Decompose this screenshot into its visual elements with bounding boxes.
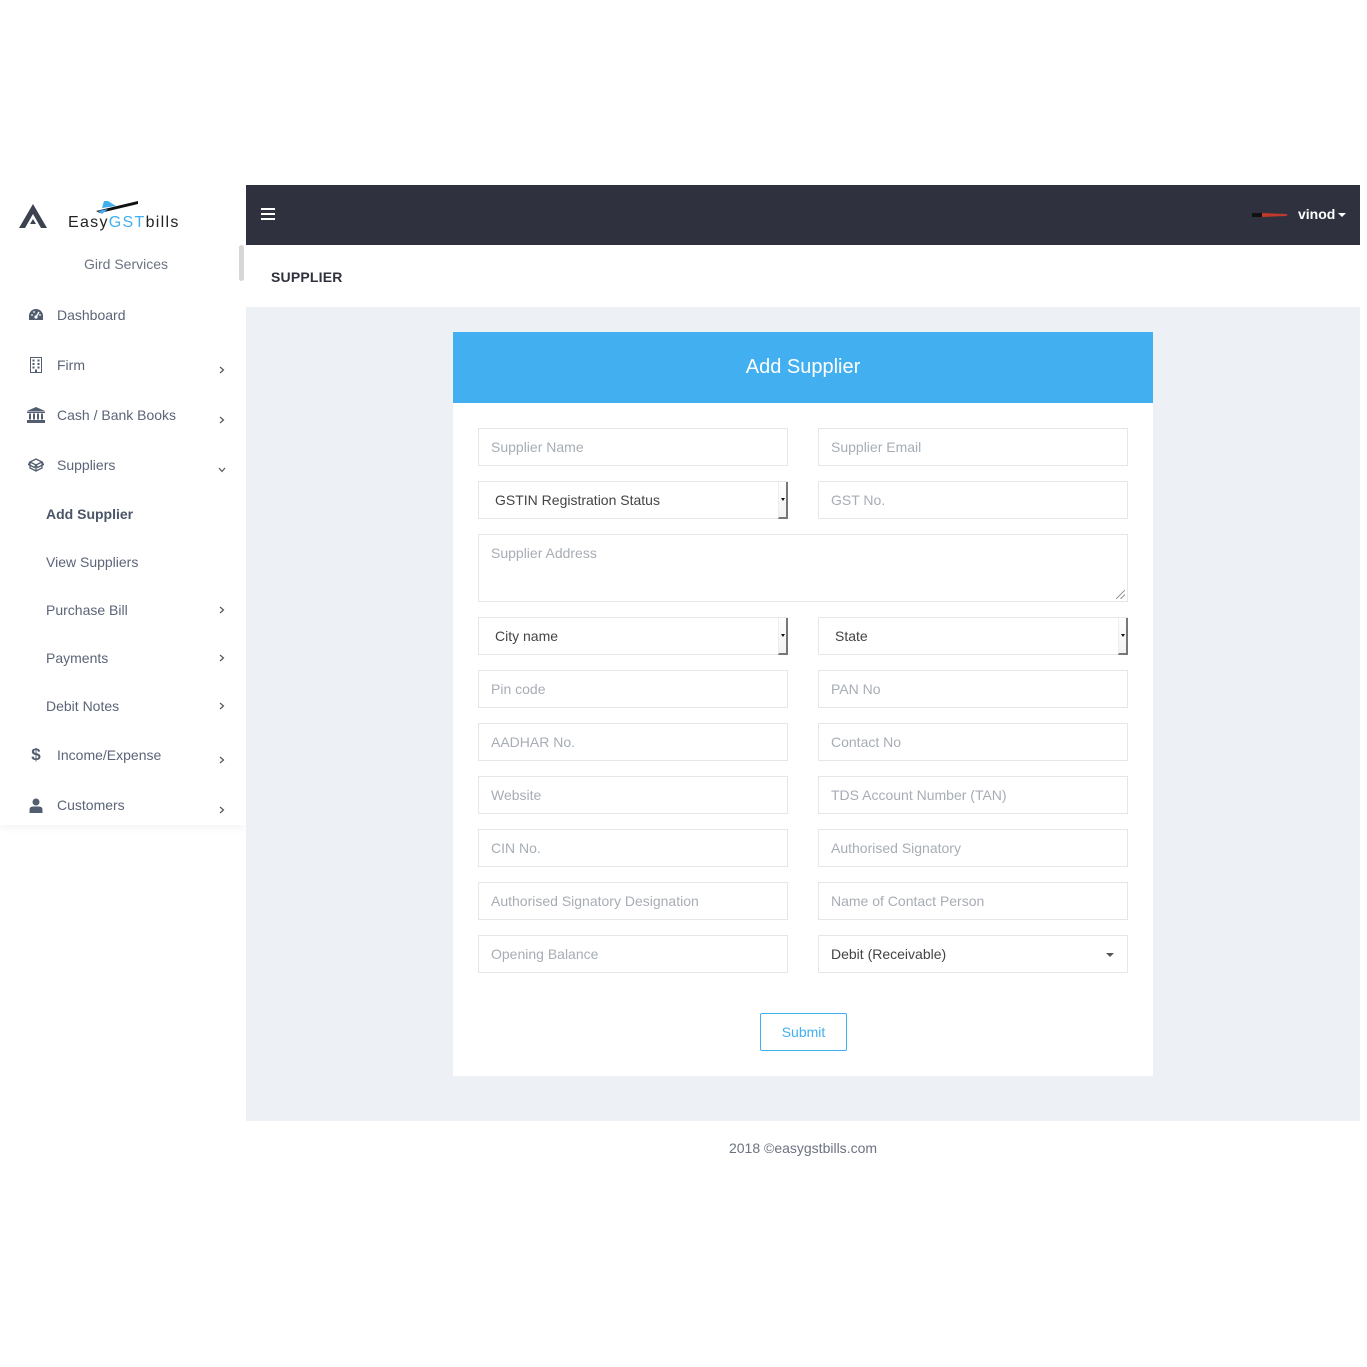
- sidebar-item-income-expense[interactable]: $ Income/Expense: [0, 735, 246, 775]
- website-input[interactable]: [491, 787, 787, 803]
- select-arrow-icon[interactable]: [778, 482, 788, 519]
- sidebar-item-label: Dashboard: [57, 307, 126, 323]
- app-shell: EasyGSTbills Gird Services Dashboard Fir…: [0, 185, 1360, 1185]
- user-icon: [27, 796, 45, 814]
- tan-field[interactable]: [818, 776, 1128, 814]
- bank-icon: [27, 406, 45, 424]
- content-area: Add Supplier GSTIN Registration Status S…: [246, 307, 1360, 1121]
- balance-type-select[interactable]: Debit (Receivable): [818, 935, 1128, 973]
- city-value: City name: [495, 628, 559, 644]
- brand-name: EasyGSTbills: [68, 214, 180, 231]
- gstin-status-select[interactable]: GSTIN Registration Status: [478, 481, 788, 519]
- aadhar-no-input[interactable]: [491, 734, 787, 750]
- city-select[interactable]: City name: [478, 617, 788, 655]
- website-field[interactable]: [478, 776, 788, 814]
- cin-no-input[interactable]: [491, 840, 787, 856]
- chevron-down-icon: [217, 465, 227, 475]
- select-arrow-icon[interactable]: [778, 618, 788, 655]
- supplier-name-field[interactable]: [478, 428, 788, 466]
- card-title: Add Supplier: [453, 332, 1153, 403]
- chevron-right-icon: [217, 701, 227, 711]
- gst-no-field[interactable]: [818, 481, 1128, 519]
- caret-down-icon[interactable]: [1338, 213, 1346, 217]
- chevron-right-icon: [217, 653, 227, 663]
- dashboard-gauge-icon: [27, 306, 45, 324]
- sidebar-item-label: Income/Expense: [57, 747, 162, 763]
- sidebar-subitem-label: View Suppliers: [46, 554, 139, 570]
- sidebar-item-customers[interactable]: Customers: [0, 785, 246, 825]
- plane-icon: [96, 201, 138, 214]
- state-select[interactable]: State: [818, 617, 1128, 655]
- user-avatar-logo[interactable]: [1252, 212, 1288, 218]
- sidebar-item-label: Suppliers: [57, 457, 116, 473]
- balance-type-value: Debit (Receivable): [831, 946, 947, 962]
- sidebar-subitem-label: Purchase Bill: [46, 602, 128, 618]
- dollar-icon: $: [31, 745, 41, 764]
- supplier-name-input[interactable]: [491, 439, 787, 455]
- signatory-designation-field[interactable]: [478, 882, 788, 920]
- sidebar-subitem-view-suppliers[interactable]: View Suppliers: [0, 544, 246, 580]
- box-icon: [27, 456, 45, 474]
- authorised-signatory-input[interactable]: [831, 840, 1127, 856]
- pan-no-input[interactable]: [831, 681, 1127, 697]
- hamburger-icon[interactable]: [261, 208, 275, 220]
- sidebar-subitem-payments[interactable]: Payments: [0, 640, 246, 676]
- sidebar-subitem-add-supplier[interactable]: Add Supplier: [0, 496, 246, 532]
- cin-no-field[interactable]: [478, 829, 788, 867]
- contact-person-field[interactable]: [818, 882, 1128, 920]
- user-menu-name[interactable]: vinod: [1298, 206, 1335, 222]
- sidebar-item-suppliers[interactable]: Suppliers: [0, 445, 246, 485]
- building-icon: [27, 356, 45, 374]
- gst-no-input[interactable]: [831, 492, 1127, 508]
- opening-balance-input[interactable]: [491, 946, 787, 962]
- sidebar-subitem-purchase-bill[interactable]: Purchase Bill: [0, 592, 246, 628]
- topbar: vinod: [246, 185, 1360, 245]
- supplier-email-input[interactable]: [831, 439, 1127, 455]
- logo-mark-icon: [19, 204, 47, 228]
- sidebar-subitem-label: Payments: [46, 650, 109, 666]
- contact-no-input[interactable]: [831, 734, 1127, 750]
- sidebar-subitem-label: Add Supplier: [46, 506, 134, 522]
- page-title: SUPPLIER: [271, 269, 343, 285]
- caret-down-icon: [1106, 953, 1114, 957]
- supplier-address-placeholder: Supplier Address: [491, 545, 597, 561]
- sidebar-item-label: Cash / Bank Books: [57, 407, 177, 423]
- pin-code-field[interactable]: [478, 670, 788, 708]
- tan-input[interactable]: [831, 787, 1127, 803]
- aadhar-no-field[interactable]: [478, 723, 788, 761]
- authorised-signatory-field[interactable]: [818, 829, 1128, 867]
- sidebar-subitem-debit-notes[interactable]: Debit Notes: [0, 688, 246, 724]
- chevron-right-icon: [217, 605, 227, 615]
- opening-balance-field[interactable]: [478, 935, 788, 973]
- gstin-status-value: GSTIN Registration Status: [495, 492, 660, 508]
- sidebar-scrollbar[interactable]: [239, 245, 244, 281]
- add-supplier-card: Add Supplier GSTIN Registration Status S…: [453, 332, 1153, 1076]
- signatory-designation-input[interactable]: [491, 893, 787, 909]
- chevron-right-icon: [217, 805, 227, 815]
- state-value: State: [835, 628, 868, 644]
- sidebar-item-cash-bank-books[interactable]: Cash / Bank Books: [0, 395, 246, 435]
- supplier-email-field[interactable]: [818, 428, 1128, 466]
- chevron-right-icon: [217, 755, 227, 765]
- supplier-address-textarea[interactable]: Supplier Address: [478, 534, 1128, 602]
- sub-brand: Gird Services: [83, 256, 169, 272]
- contact-person-input[interactable]: [831, 893, 1127, 909]
- sidebar-item-label: Customers: [57, 797, 125, 813]
- pin-code-input[interactable]: [491, 681, 787, 697]
- page-header: SUPPLIER: [246, 245, 1360, 307]
- resize-grip-icon[interactable]: [1116, 590, 1125, 599]
- chevron-right-icon: [217, 365, 227, 375]
- sidebar-item-firm[interactable]: Firm: [0, 345, 246, 385]
- select-arrow-icon[interactable]: [1118, 618, 1128, 655]
- sidebar-item-label: Firm: [57, 357, 85, 373]
- footer-copyright: 2018 ©easygstbills.com: [728, 1140, 878, 1156]
- sidebar-subitem-label: Debit Notes: [46, 698, 120, 714]
- contact-no-field[interactable]: [818, 723, 1128, 761]
- sidebar-item-dashboard[interactable]: Dashboard: [0, 295, 246, 335]
- sidebar: EasyGSTbills Gird Services Dashboard Fir…: [0, 185, 246, 825]
- pan-no-field[interactable]: [818, 670, 1128, 708]
- submit-button[interactable]: Submit: [760, 1013, 847, 1051]
- brand-logo[interactable]: EasyGSTbills: [0, 185, 246, 245]
- chevron-right-icon: [217, 415, 227, 425]
